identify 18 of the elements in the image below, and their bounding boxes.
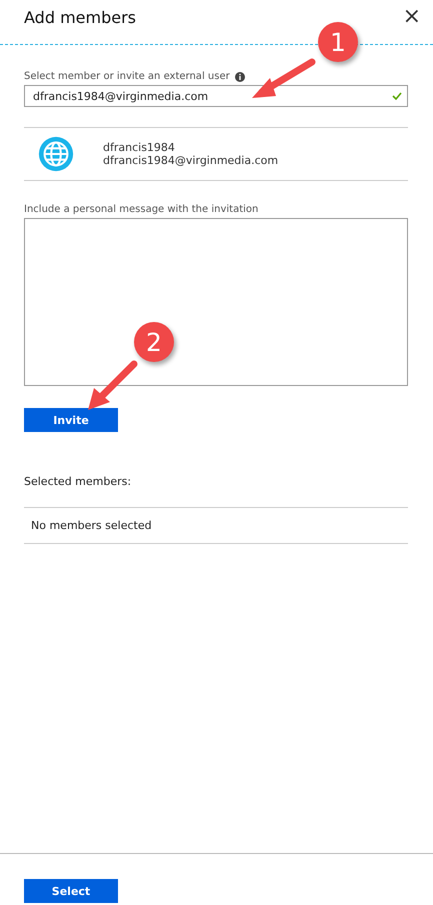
select-button[interactable]: Select bbox=[24, 879, 118, 903]
member-result[interactable]: dfrancis1984 dfrancis1984@virginmedia.com bbox=[24, 127, 408, 181]
panel-title: Add members bbox=[24, 8, 136, 26]
member-input-field[interactable]: dfrancis1984@virginmedia.com bbox=[24, 85, 408, 107]
field-label: Select member or invite an external user bbox=[24, 71, 230, 82]
member-name: dfrancis1984 bbox=[103, 141, 176, 154]
invite-button[interactable]: Invite bbox=[24, 408, 118, 432]
member-email: dfrancis1984@virginmedia.com bbox=[103, 154, 278, 167]
globe-icon bbox=[37, 135, 75, 173]
empty-message: No members selected bbox=[30, 519, 152, 532]
close-button[interactable]: × bbox=[402, 6, 421, 28]
info-icon[interactable] bbox=[234, 72, 245, 82]
field-label: Include a personal message with the invitation bbox=[24, 204, 260, 215]
arrow bbox=[252, 58, 316, 98]
message-field[interactable] bbox=[24, 218, 408, 386]
step-badge: 1 bbox=[318, 22, 358, 62]
section-heading: Selected members: bbox=[24, 475, 132, 488]
arrow bbox=[88, 360, 138, 410]
